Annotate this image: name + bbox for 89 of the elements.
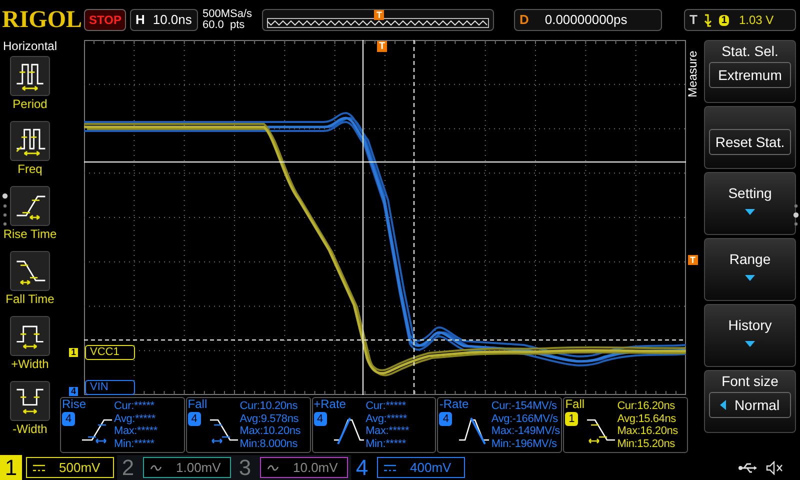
trigger-position-marker: T (374, 10, 384, 20)
left-arrow-icon (720, 400, 726, 410)
softkey-button[interactable]: Stat. Sel. Extremum (704, 40, 796, 103)
softkey-button[interactable]: Range (704, 238, 796, 301)
trigger-level-marker: T (688, 255, 698, 265)
measurement-stat: Max:10.20ns (240, 425, 301, 438)
measurement-name: -Rate (439, 398, 470, 411)
measurement-stat: Avg:***** (366, 412, 408, 425)
menu-title: Measure (684, 50, 700, 98)
softkey-button[interactable]: Setting (704, 172, 796, 235)
usb-icon (738, 462, 758, 472)
measurement-stat: Min:***** (366, 438, 407, 450)
menu-title: Horizontal (2, 39, 58, 53)
channel-number[interactable]: 4 (351, 455, 373, 480)
measurement-stat: Avg:15.64ns (617, 412, 677, 425)
ac-coupling-icon (267, 464, 279, 472)
timebase-display[interactable]: H 10.0ns (130, 9, 198, 31)
measurement-stat: Max:***** (366, 425, 410, 438)
delay-value: 0.00000000ps (544, 11, 628, 30)
measurement-name: Fall (565, 398, 586, 411)
channel-label: VCC1 (85, 345, 135, 360)
trigger-level: 1.03 V (738, 12, 774, 29)
channel-badge: 4 (188, 412, 201, 426)
ac-coupling-icon (150, 464, 162, 472)
dropdown-arrow-icon (745, 209, 755, 215)
measurement-stat: Min:15.20ns (617, 438, 676, 450)
channel-number[interactable]: 1 (0, 455, 22, 480)
delay-label: D (519, 11, 529, 30)
measurement-stat: Max:-149MV/s (491, 425, 560, 438)
channel-scale-display[interactable]: 400mV (377, 457, 465, 478)
measure-type-button[interactable]: Rise Time (3, 183, 57, 248)
measurement-stat: Min:8.000ns (240, 438, 299, 450)
channel-scale-display[interactable]: 10.0mV (260, 457, 348, 478)
trigger-source-badge: 1 (719, 14, 729, 26)
softkey-button[interactable]: History (704, 304, 796, 367)
value-display: Reset Stat. (709, 129, 791, 155)
trigger-display[interactable]: T 1 1.03 V (684, 9, 796, 31)
horizontal-label: H (135, 11, 145, 30)
channel-scale-display[interactable]: 500mV (26, 457, 114, 478)
dropdown-arrow-icon (745, 275, 755, 281)
measurement-stat: Max:***** (114, 425, 158, 438)
run-stop-button[interactable]: STOP (84, 9, 126, 31)
measurement-stat: Avg:***** (114, 412, 156, 425)
measurement-name: Fall (188, 398, 208, 411)
trigger-time-marker: T (377, 41, 388, 52)
channel-badge: 1 (565, 412, 578, 426)
softkey-button[interactable]: Reset Stat. (704, 106, 796, 169)
channel-scale: 500mV (59, 458, 100, 477)
measurement-stat: Min:-196MV/s (491, 438, 558, 450)
value-text: Normal (734, 396, 780, 414)
channel-scale-display[interactable]: 1.00mV (143, 457, 231, 478)
measurement-stat: Cur:***** (366, 400, 407, 412)
measurement-name: +Rate (314, 398, 347, 411)
channel-scale: 1.00mV (176, 458, 221, 477)
brand-logo: RIGOL (2, 8, 80, 32)
measurement-stat: Cur:-154MV/s (491, 400, 558, 412)
sample-rate: 500MSa/s (202, 9, 253, 20)
dc-coupling-icon (384, 464, 396, 472)
measurement-stat: Max:16.20ns (617, 425, 678, 438)
channel-label: VIN (85, 380, 135, 395)
channel-scale: 10.0mV (293, 458, 338, 477)
measurement-stat: Cur:16.20ns (617, 400, 676, 412)
mute-icon (766, 460, 784, 474)
channel-scale: 400mV (410, 458, 452, 477)
dropdown-arrow-icon (745, 341, 755, 347)
channel-number[interactable]: 2 (117, 455, 139, 480)
measurement-stat: Cur:10.20ns (240, 400, 299, 412)
measurement-stat: Avg:-166MV/s (491, 412, 559, 425)
channel-badge: 4 (314, 412, 327, 426)
value-display: Extremum (709, 62, 791, 88)
memory-depth: 60.0 pts (202, 20, 246, 31)
dc-coupling-icon (33, 464, 45, 472)
measurement-stat: Cur:***** (114, 400, 156, 412)
page-indicator (793, 203, 799, 227)
page-indicator (2, 193, 8, 227)
channel-number[interactable]: 3 (234, 455, 256, 480)
channel-badge: 4 (62, 412, 75, 426)
delay-display[interactable]: D 0.00000000ps (514, 9, 662, 31)
measurement-stat: Min:***** (114, 438, 156, 450)
channel-marker: 4 (69, 387, 78, 396)
timebase-value: 10.0ns (152, 11, 192, 30)
trigger-label: T (689, 11, 698, 30)
softkey-button[interactable]: Font size Normal (704, 370, 796, 433)
channel-badge: 4 (439, 412, 452, 426)
channel-marker: 1 (69, 348, 78, 357)
falling-edge-icon (703, 14, 714, 26)
measurement-stat: Avg:9.578ns (240, 412, 300, 425)
waveform-overview-icon (267, 18, 490, 28)
measurement-name: Rise (62, 398, 88, 411)
